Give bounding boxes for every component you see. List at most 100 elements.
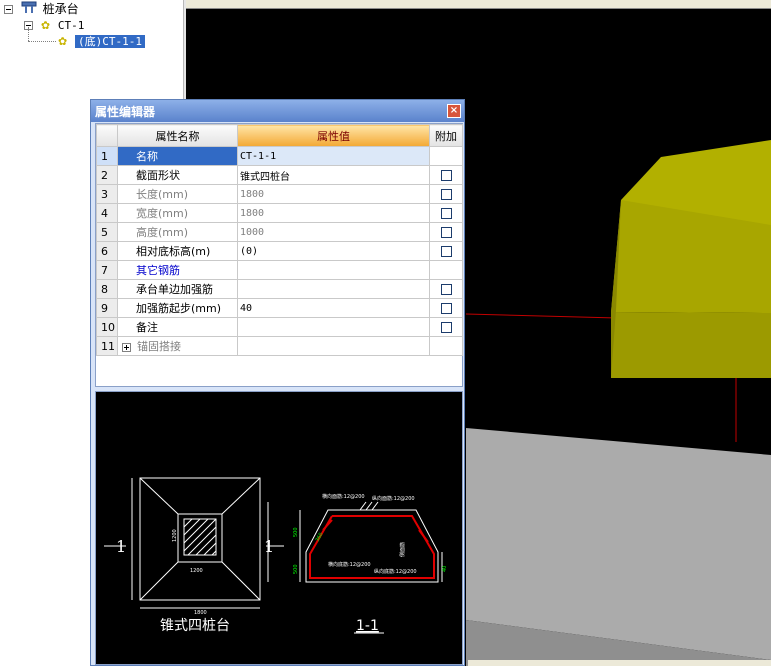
component-gear-icon: ✿ — [40, 18, 51, 32]
property-value[interactable]: 锥式四桩台 — [237, 165, 430, 185]
section-mark-left: 1 — [116, 537, 126, 556]
component-gear-icon: ✿ — [58, 34, 68, 48]
row-number: 3 — [96, 184, 118, 204]
property-row[interactable]: 9 加强筋起步(mm) 40 — [96, 298, 463, 318]
property-extra[interactable] — [429, 279, 463, 299]
property-name[interactable]: 名称 — [117, 146, 238, 166]
property-extra[interactable] — [429, 184, 463, 204]
property-extra — [429, 336, 463, 356]
property-row[interactable]: 6 相对底标高(m) (0) — [96, 241, 463, 261]
tree-node-ct1-1[interactable]: ✿ (底)CT-1-1 — [58, 33, 146, 49]
tree-connector — [28, 41, 56, 43]
property-name[interactable]: 加强筋起步(mm) — [117, 298, 238, 318]
property-row[interactable]: 1 名称 CT-1-1 — [96, 146, 463, 166]
property-grid-header: 属性名称 属性值 附加 — [96, 124, 463, 147]
property-extra — [429, 260, 463, 280]
property-value[interactable] — [237, 279, 430, 299]
tree-root-label: 桩承台 — [42, 2, 79, 16]
property-value[interactable]: 1000 — [237, 222, 430, 242]
property-name[interactable]: 长度(mm) — [117, 184, 238, 204]
property-row[interactable]: 3 长度(mm) 1800 — [96, 184, 463, 204]
row-number: 9 — [96, 298, 118, 318]
label-bottom-vertical-rebar: 纵向底筋:12@200 — [374, 568, 417, 575]
property-value[interactable]: 1800 — [237, 184, 430, 204]
extra-checkbox[interactable] — [440, 208, 452, 219]
property-value[interactable] — [237, 336, 430, 356]
bottom-tab-strip — [468, 660, 771, 666]
label-top-horizontal-rebar: 横向面筋:12@200 — [322, 493, 365, 500]
property-row[interactable]: 2 截面形状 锥式四桩台 — [96, 165, 463, 185]
label-height-upper: 500 — [293, 527, 299, 537]
property-grid: 属性名称 属性值 附加 1 名称 CT-1-1 2 截面形状 锥式四桩台 3 长度(mm) 18… — [95, 123, 463, 387]
property-extra[interactable] — [429, 165, 463, 185]
collapse-icon[interactable] — [4, 5, 13, 14]
label-edge: 40 — [442, 566, 448, 572]
row-number: 11 — [96, 336, 118, 356]
property-extra[interactable] — [429, 298, 463, 318]
property-value[interactable] — [237, 260, 430, 280]
section-preview: 1200 1200 1800 1 1 锥式四桩台 横向面筋:12@200 纵向面… — [95, 391, 463, 665]
extra-checkbox[interactable] — [440, 170, 452, 181]
expand-icon[interactable] — [122, 342, 131, 352]
property-extra[interactable] — [429, 241, 463, 261]
property-name[interactable]: 承台单边加强筋 — [117, 279, 238, 299]
extra-checkbox[interactable] — [440, 189, 452, 200]
row-number: 2 — [96, 165, 118, 185]
extra-checkbox[interactable] — [440, 303, 452, 314]
section-mark-right: 1 — [264, 537, 274, 556]
property-row[interactable]: 7 其它钢筋 — [96, 260, 463, 280]
property-name[interactable]: 其它钢筋 — [117, 260, 238, 280]
plan-inner-dim: 1200 — [172, 529, 178, 542]
property-row[interactable]: 10 备注 — [96, 317, 463, 337]
extra-checkbox[interactable] — [440, 322, 452, 333]
property-name[interactable]: 备注 — [117, 317, 238, 337]
row-number: 8 — [96, 279, 118, 299]
tree-connector — [28, 27, 30, 41]
property-name-text: 截面形状 — [136, 169, 180, 182]
close-icon[interactable]: × — [447, 104, 461, 118]
property-editor-titlebar[interactable]: 属性编辑器 × — [91, 100, 464, 122]
plan-caption: 锥式四桩台 — [160, 617, 230, 634]
property-extra[interactable] — [429, 317, 463, 337]
row-number: 4 — [96, 203, 118, 223]
property-row[interactable]: 8 承台单边加强筋 — [96, 279, 463, 299]
property-value[interactable] — [237, 317, 430, 337]
extra-checkbox[interactable] — [440, 284, 452, 295]
row-number: 5 — [96, 222, 118, 242]
tree-node-pile-cap[interactable]: 桩承台 — [4, 1, 79, 17]
property-value[interactable]: (0) — [237, 241, 430, 261]
extra-checkbox[interactable] — [440, 246, 452, 257]
property-extra[interactable] — [429, 203, 463, 223]
property-editor-window: 属性编辑器 × 属性名称 属性值 附加 1 名称 CT-1-1 2 截面形状 锥式四桩台 3… — [90, 99, 465, 666]
header-name[interactable]: 属性名称 — [117, 124, 238, 147]
plan-outer-dim: 1800 — [194, 610, 207, 616]
tree-child-label: CT-1 — [57, 19, 85, 32]
property-value[interactable]: 40 — [237, 298, 430, 318]
label-height-lower: 500 — [293, 564, 299, 574]
property-editor-title: 属性编辑器 — [95, 105, 156, 119]
tree-node-ct1[interactable]: ✿ CT-1 — [24, 17, 84, 33]
plan-side-dim: 1200 — [190, 568, 203, 574]
property-row[interactable]: 11 锚固搭接 — [96, 336, 463, 356]
label-bottom-horizontal-rebar: 横向底筋:12@200 — [328, 561, 371, 568]
label-top-vertical-rebar: 纵向面筋:12@200 — [372, 495, 415, 502]
plan-view — [104, 477, 284, 609]
property-name-text: 长度(mm) — [136, 188, 189, 201]
row-number: 10 — [96, 317, 118, 337]
header-value[interactable]: 属性值 — [237, 124, 430, 147]
tree-leaf-label: (底)CT-1-1 — [75, 35, 146, 48]
property-extra[interactable] — [429, 222, 463, 242]
property-row[interactable]: 4 宽度(mm) 1800 — [96, 203, 463, 223]
property-name[interactable]: 相对底标高(m) — [117, 241, 238, 261]
property-name[interactable]: 高度(mm) — [117, 222, 238, 242]
property-name[interactable]: 宽度(mm) — [117, 203, 238, 223]
property-name[interactable]: 截面形状 — [117, 165, 238, 185]
property-value[interactable]: CT-1-1 — [237, 146, 430, 166]
extra-checkbox[interactable] — [440, 227, 452, 238]
property-name[interactable]: 锚固搭接 — [117, 336, 238, 356]
row-number: 6 — [96, 241, 118, 261]
property-value[interactable]: 1800 — [237, 203, 430, 223]
header-extra[interactable]: 附加 — [429, 124, 463, 147]
property-row[interactable]: 5 高度(mm) 1000 — [96, 222, 463, 242]
label-side-rebar: 侧面筋 — [399, 542, 406, 557]
